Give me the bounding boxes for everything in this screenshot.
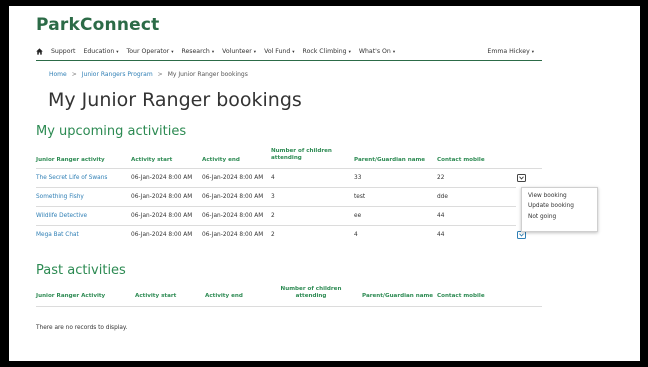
activity-link[interactable]: Mega Bat Chat xyxy=(36,232,79,238)
activity-end: 06-Jan-2024 8:00 AM xyxy=(202,213,264,219)
user-menu[interactable]: Emma Hickey ▾ xyxy=(487,48,534,55)
nav-item-support[interactable]: Support xyxy=(51,48,75,55)
contact-mobile: 44 xyxy=(437,232,445,238)
activity-start: 06-Jan-2024 8:00 AM xyxy=(131,175,193,181)
children-count: 2 xyxy=(271,213,275,219)
page-title: My Junior Ranger bookings xyxy=(48,89,302,111)
guardian-name: ee xyxy=(354,213,362,219)
breadcrumb: Home > Junior Rangers Program > My Junior Ra… xyxy=(49,71,248,78)
menu-item-view-booking[interactable]: View booking xyxy=(522,191,597,202)
row-actions-button[interactable] xyxy=(517,231,526,239)
menu-item-update-booking[interactable]: Update booking xyxy=(522,202,597,213)
table-divider xyxy=(36,306,542,307)
col-header-activity: Junior Ranger activity xyxy=(36,157,105,163)
col-header-end: Activity end xyxy=(205,293,243,299)
breadcrumb-current: My Junior Ranger bookings xyxy=(167,71,248,78)
activity-start: 06-Jan-2024 8:00 AM xyxy=(131,213,193,219)
activity-end: 06-Jan-2024 8:00 AM xyxy=(202,194,264,200)
nav-item-tour-operator[interactable]: Tour Operator ▾ xyxy=(127,48,174,55)
nav-item-education[interactable]: Education ▾ xyxy=(83,48,118,55)
table-divider xyxy=(36,206,516,207)
contact-mobile: dde xyxy=(437,194,448,200)
children-count: 3 xyxy=(271,194,275,200)
activity-end: 06-Jan-2024 8:00 AM xyxy=(202,175,264,181)
table-divider xyxy=(36,168,542,169)
activity-link[interactable]: The Secret Life of Swans xyxy=(36,175,107,181)
chevron-down-icon: ▾ xyxy=(292,49,295,55)
chevron-down-icon xyxy=(519,233,524,237)
chevron-down-icon: ▾ xyxy=(211,49,215,55)
past-heading: Past activities xyxy=(36,263,126,278)
contact-mobile: 22 xyxy=(437,175,445,181)
nav-divider xyxy=(36,60,542,61)
upcoming-heading: My upcoming activities xyxy=(36,124,187,139)
chevron-down-icon: ▾ xyxy=(253,49,257,55)
page: ParkConnect Support Education ▾ Tour Oper… xyxy=(9,6,640,361)
guardian-name: 33 xyxy=(354,175,362,181)
nav-item-rock-climbing[interactable]: Rock Climbing ▾ xyxy=(303,48,351,55)
breadcrumb-program[interactable]: Junior Rangers Program xyxy=(82,71,153,78)
activity-start: 06-Jan-2024 8:00 AM xyxy=(131,232,193,238)
col-header-start: Activity start xyxy=(135,293,177,299)
chevron-down-icon: ▾ xyxy=(348,49,351,55)
nav-item-research[interactable]: Research ▾ xyxy=(181,48,214,55)
row-actions-menu: View booking Update booking Not going xyxy=(521,187,598,232)
main-nav: Support Education ▾ Tour Operator ▾ Resear… xyxy=(36,41,542,61)
col-header-children: Number of children attending xyxy=(271,148,332,161)
col-header-activity: Junior Ranger Activity xyxy=(36,293,106,299)
contact-mobile: 44 xyxy=(437,213,445,219)
chevron-down-icon: ▾ xyxy=(531,49,534,55)
home-icon[interactable] xyxy=(36,47,43,55)
col-header-children: Number of children attending xyxy=(280,286,342,299)
empty-state-text: There are no records to display. xyxy=(36,325,128,331)
table-divider xyxy=(36,225,516,226)
activity-link[interactable]: Wildlife Detective xyxy=(36,213,87,219)
row-actions-button[interactable] xyxy=(517,174,526,182)
activity-end: 06-Jan-2024 8:00 AM xyxy=(202,232,264,238)
chevron-down-icon: ▾ xyxy=(116,49,119,55)
col-header-guardian: Parent/Guardian name xyxy=(362,293,434,299)
children-count: 2 xyxy=(271,232,275,238)
chevron-down-icon xyxy=(519,176,524,180)
col-header-mobile: Contact mobile xyxy=(437,157,485,163)
guardian-name: test xyxy=(354,194,366,200)
nav-item-vol-fund[interactable]: Vol Fund ▾ xyxy=(264,48,294,55)
menu-item-not-going[interactable]: Not going xyxy=(522,212,597,223)
nav-item-whats-on[interactable]: What's On ▾ xyxy=(359,48,395,55)
activity-start: 06-Jan-2024 8:00 AM xyxy=(131,194,193,200)
col-header-start: Activity start xyxy=(131,157,173,163)
breadcrumb-home[interactable]: Home xyxy=(49,71,67,78)
chevron-down-icon: ▾ xyxy=(392,49,396,55)
table-divider xyxy=(36,187,516,188)
col-header-end: Activity end xyxy=(202,157,240,163)
brand-logo[interactable]: ParkConnect xyxy=(36,15,159,35)
guardian-name: 4 xyxy=(354,232,358,238)
nav-item-volunteer[interactable]: Volunteer ▾ xyxy=(222,48,256,55)
col-header-mobile: Contact mobile xyxy=(437,293,485,299)
chevron-down-icon: ▾ xyxy=(171,49,174,55)
children-count: 4 xyxy=(271,175,275,181)
activity-link[interactable]: Something Fishy xyxy=(36,194,84,200)
col-header-guardian: Parent/Guardian name xyxy=(354,157,426,163)
